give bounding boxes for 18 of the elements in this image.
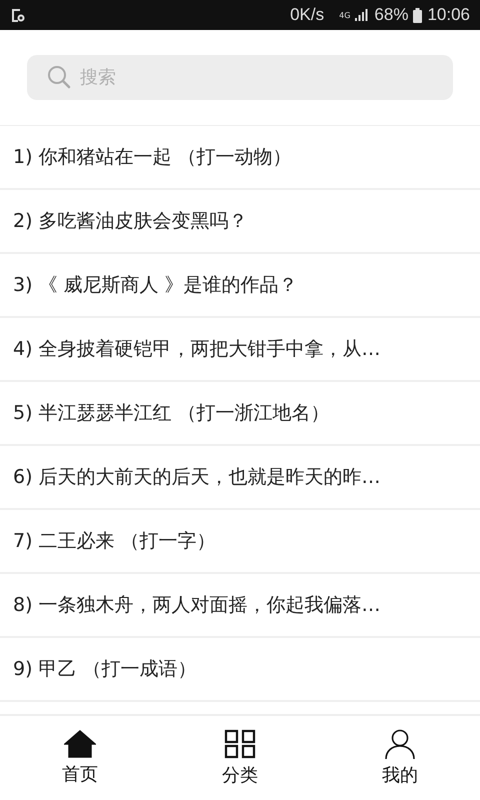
search-field[interactable]: 搜索 xyxy=(27,55,453,100)
network-speed: 0K/s xyxy=(290,5,324,25)
screenshot-notification-icon xyxy=(10,7,26,23)
battery-percent: 68% xyxy=(374,5,408,25)
riddle-item[interactable]: 8) 一条独木舟，两人对面摇，你起我偏落… xyxy=(0,574,480,638)
battery-icon xyxy=(413,8,422,22)
riddle-item[interactable]: 1) 你和猪站在一起 （打一动物） xyxy=(0,126,480,190)
riddle-item[interactable]: 3) 《 威尼斯商人 》是谁的作品？ xyxy=(0,254,480,318)
clock: 10:06 xyxy=(427,5,470,25)
riddle-item[interactable]: 9) 甲乙 （打一成语） xyxy=(0,638,480,702)
network-type: 4G xyxy=(339,10,350,20)
riddle-item[interactable]: 7) 二王必来 （打一字） xyxy=(0,510,480,574)
riddle-item[interactable]: 6) 后天的大前天的后天，也就是昨天的昨… xyxy=(0,446,480,510)
search-icon xyxy=(47,65,71,89)
riddle-item[interactable]: 4) 全身披着硬铠甲，两把大钳手中拿，从… xyxy=(0,318,480,382)
riddle-item[interactable]: 5) 半江瑟瑟半江红 （打一浙江地名） xyxy=(0,382,480,446)
riddle-item[interactable]: 2) 多吃酱油皮肤会变黑吗？ xyxy=(0,190,480,254)
signal-icon xyxy=(355,9,370,21)
